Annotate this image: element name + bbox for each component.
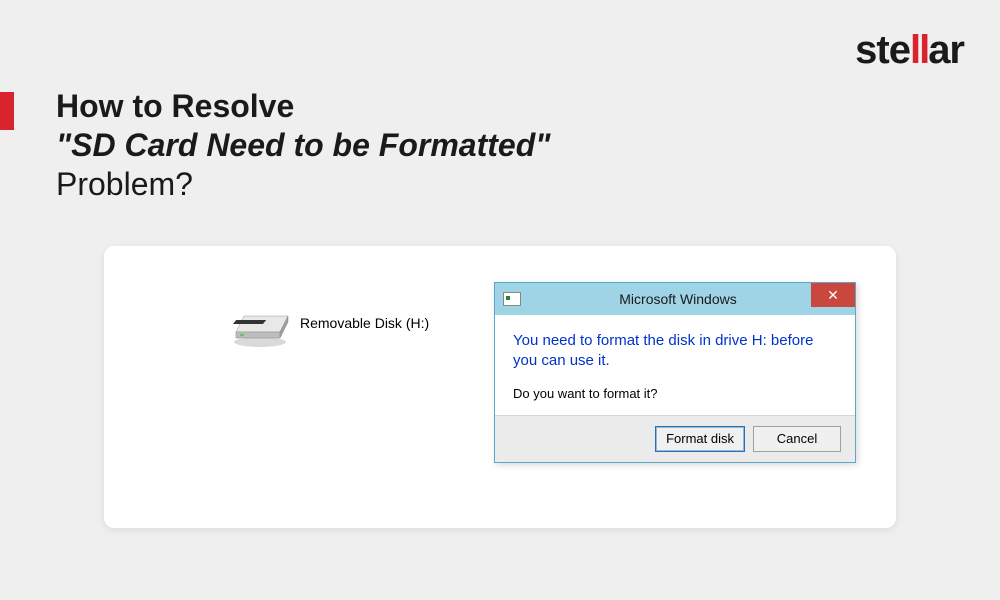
dialog-body: You need to format the disk in drive H: … [495, 315, 855, 415]
dialog-main-text: You need to format the disk in drive H: … [513, 331, 837, 372]
heading-line3: Problem? [56, 166, 550, 203]
removable-disk-icon[interactable] [230, 306, 290, 353]
brand-post: ar [928, 28, 964, 72]
illustration-card: Removable Disk (H:) Microsoft Windows ✕ … [104, 246, 896, 528]
dialog-title: Microsoft Windows [501, 291, 855, 307]
page-heading: How to Resolve "SD Card Need to be Forma… [56, 88, 550, 203]
format-dialog: Microsoft Windows ✕ You need to format t… [494, 282, 856, 463]
close-icon: ✕ [827, 287, 839, 304]
dialog-sub-text: Do you want to format it? [513, 386, 837, 401]
cancel-button[interactable]: Cancel [753, 426, 841, 452]
brand-logo: stellar [855, 28, 964, 73]
dialog-titlebar[interactable]: Microsoft Windows ✕ [495, 283, 855, 315]
brand-mid: ll [910, 28, 928, 72]
brand-pre: ste [855, 28, 910, 72]
dialog-footer: Format disk Cancel [495, 415, 855, 462]
accent-bar [0, 92, 14, 130]
removable-disk-label[interactable]: Removable Disk (H:) [300, 315, 429, 331]
dialog-system-icon [503, 292, 521, 306]
close-button[interactable]: ✕ [811, 283, 855, 307]
format-disk-button[interactable]: Format disk [655, 426, 745, 452]
heading-line2: "SD Card Need to be Formatted" [56, 127, 550, 164]
heading-line1: How to Resolve [56, 88, 550, 125]
